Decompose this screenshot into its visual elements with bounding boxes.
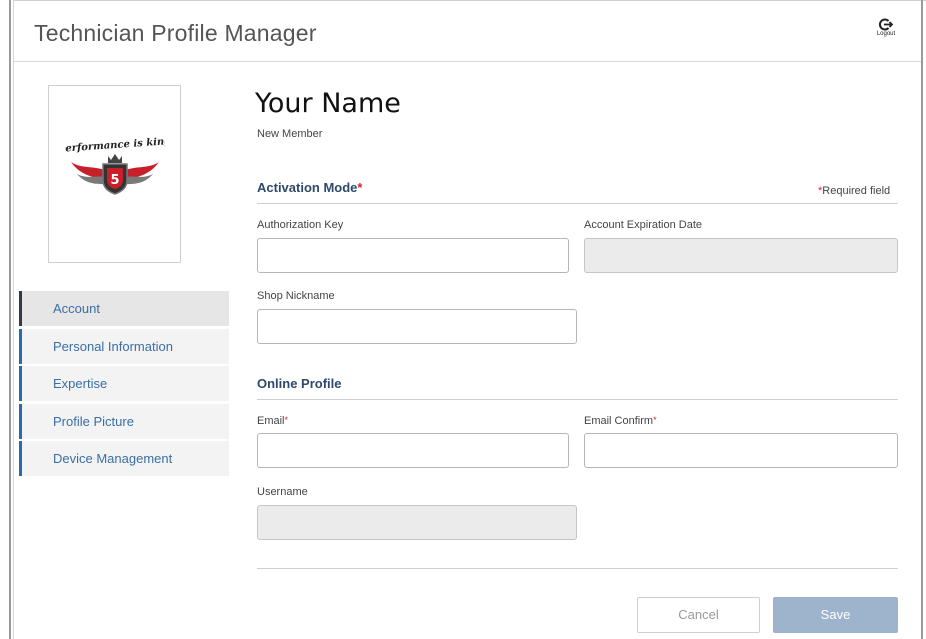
email-confirm-label: Email Confirm* (584, 415, 657, 427)
profile-name: Your Name (255, 88, 401, 119)
sidebar-item-expertise[interactable]: Expertise (19, 366, 229, 401)
username-label: Username (257, 486, 308, 498)
cancel-button[interactable]: Cancel (637, 597, 760, 633)
expiration-date-field (584, 238, 898, 273)
app-window: Technician Profile Manager Logout perfor… (0, 0, 926, 639)
profile-photo: performance is king 5 (48, 85, 181, 263)
shop-nickname-input[interactable] (257, 309, 577, 344)
form-footer-divider (257, 568, 898, 569)
expiration-date-label: Account Expiration Date (584, 219, 703, 231)
activation-divider (257, 203, 898, 204)
auth-key-label: Authorization Key (257, 219, 344, 231)
sidebar-item-label: Device Management (53, 451, 173, 466)
shop-nickname-label: Shop Nickname (257, 290, 335, 302)
window-border-right (921, 0, 923, 639)
performance-logo: performance is king 5 (65, 136, 165, 195)
logo-text: performance is king (65, 136, 165, 155)
required-field-note: *Required field (818, 185, 890, 197)
required-star: * (357, 180, 363, 195)
window-border-inner (13, 0, 14, 639)
logout-label: Logout (876, 31, 896, 37)
required-star: * (653, 415, 657, 425)
window-border-left (9, 0, 11, 639)
app-title: Technician Profile Manager (34, 20, 317, 46)
email-confirm-input[interactable] (584, 433, 898, 468)
save-button[interactable]: Save (773, 597, 898, 633)
required-star: * (284, 415, 289, 425)
sidebar-item-label: Personal Information (53, 338, 173, 354)
required-field-text: Required field (822, 185, 891, 197)
auth-key-input[interactable] (257, 238, 569, 273)
window-border-top (13, 0, 926, 1)
sidebar-item-profile-picture[interactable]: Profile Picture (19, 403, 229, 439)
sidebar-item-personal-information[interactable]: Personal Information (19, 328, 229, 364)
email-label: Email* (257, 415, 288, 427)
online-profile-heading: Online Profile (257, 376, 342, 391)
email-input[interactable] (257, 433, 569, 468)
sidebar-item-label: Profile Picture (53, 413, 134, 429)
sidebar-item-label: Account (53, 301, 100, 316)
logout-icon (879, 18, 893, 31)
logout-button[interactable]: Logout (872, 18, 900, 37)
member-status: New Member (257, 128, 323, 140)
activation-mode-heading: Activation Mode* (257, 180, 362, 195)
logo-badge: 5 (110, 173, 119, 188)
username-field (257, 505, 577, 540)
sidebar-nav: Account Personal Information Expertise P… (19, 291, 229, 479)
email-label-text: Email (257, 415, 285, 427)
email-confirm-label-text: Email Confirm (584, 415, 654, 427)
online-profile-divider (257, 399, 898, 400)
header-divider (14, 61, 921, 62)
sidebar-item-label: Expertise (53, 376, 108, 391)
sidebar-item-account[interactable]: Account (19, 291, 229, 326)
activation-mode-title: Activation Mode (257, 180, 358, 195)
sidebar-item-device-management[interactable]: Device Management (19, 441, 229, 476)
